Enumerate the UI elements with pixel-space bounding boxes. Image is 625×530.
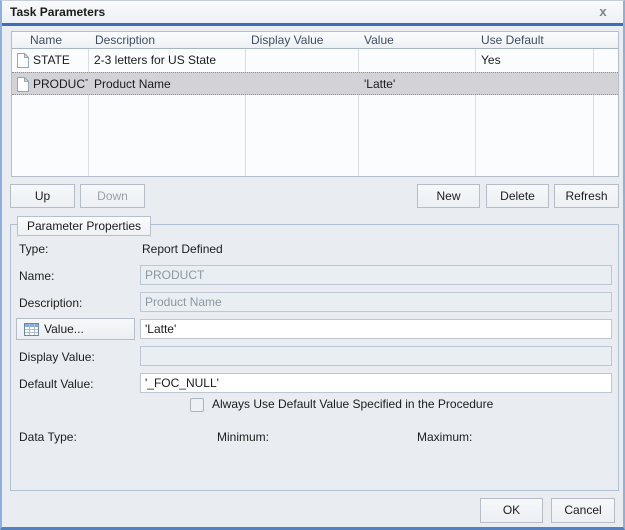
table-row-product[interactable]: PRODUCT Product Name 'Latte'	[12, 72, 618, 95]
title-accent-line	[2, 23, 623, 26]
cancel-button[interactable]: Cancel	[551, 498, 615, 523]
value-field[interactable]	[140, 319, 612, 339]
column-header-description: Description	[89, 32, 245, 49]
cell-use-default	[476, 73, 593, 96]
table-grid-icon	[24, 323, 39, 336]
default-value-field[interactable]	[140, 373, 612, 393]
new-button[interactable]: New	[417, 184, 480, 208]
type-value: Report Defined	[142, 242, 223, 256]
task-parameters-dialog: Task Parameters x Name Description Displ…	[0, 0, 625, 530]
delete-button[interactable]: Delete	[486, 184, 549, 208]
dialog-title: Task Parameters	[10, 5, 105, 19]
groupbox-legend: Parameter Properties	[17, 216, 151, 236]
cell-value: 'Latte'	[359, 73, 475, 96]
column-header-use-default: Use Default	[476, 32, 593, 49]
display-value-label: Display Value:	[19, 350, 95, 364]
type-label: Type:	[19, 242, 48, 256]
description-label: Description:	[19, 296, 82, 310]
refresh-button[interactable]: Refresh	[554, 184, 619, 208]
table-header: Name Description Display Value Value Use…	[12, 32, 618, 49]
cell-display-value	[246, 49, 358, 72]
table-row-state[interactable]: STATE 2-3 letters for US State Yes	[12, 49, 618, 72]
cell-name: PRODUCT	[28, 73, 88, 96]
cell-description: Product Name	[89, 73, 245, 96]
ok-button[interactable]: OK	[480, 498, 543, 523]
cell-description: 2-3 letters for US State	[89, 49, 245, 72]
name-label: Name:	[19, 269, 54, 283]
name-field	[140, 265, 612, 285]
up-button[interactable]: Up	[10, 184, 75, 208]
column-header-value: Value	[359, 32, 475, 49]
column-header-name: Name	[12, 32, 88, 49]
value-button[interactable]: Value...	[16, 318, 135, 340]
always-use-default-label: Always Use Default Value Specified in th…	[212, 397, 493, 411]
close-icon[interactable]: x	[595, 4, 611, 20]
default-value-label: Default Value:	[19, 377, 94, 391]
cell-use-default: Yes	[476, 49, 593, 72]
cell-display-value	[246, 73, 358, 96]
maximum-label: Maximum:	[417, 430, 472, 444]
column-header-display-value: Display Value	[246, 32, 358, 49]
value-button-label: Value...	[44, 322, 84, 336]
data-type-label: Data Type:	[19, 430, 77, 444]
cell-value	[359, 49, 475, 72]
cell-name: STATE	[28, 49, 88, 72]
description-field	[140, 292, 612, 312]
minimum-label: Minimum:	[217, 430, 269, 444]
down-button[interactable]: Down	[80, 184, 145, 208]
parameter-table: Name Description Display Value Value Use…	[11, 31, 619, 177]
always-use-default-checkbox[interactable]	[190, 398, 204, 412]
title-bar: Task Parameters x	[2, 1, 623, 23]
display-value-field	[140, 346, 612, 366]
